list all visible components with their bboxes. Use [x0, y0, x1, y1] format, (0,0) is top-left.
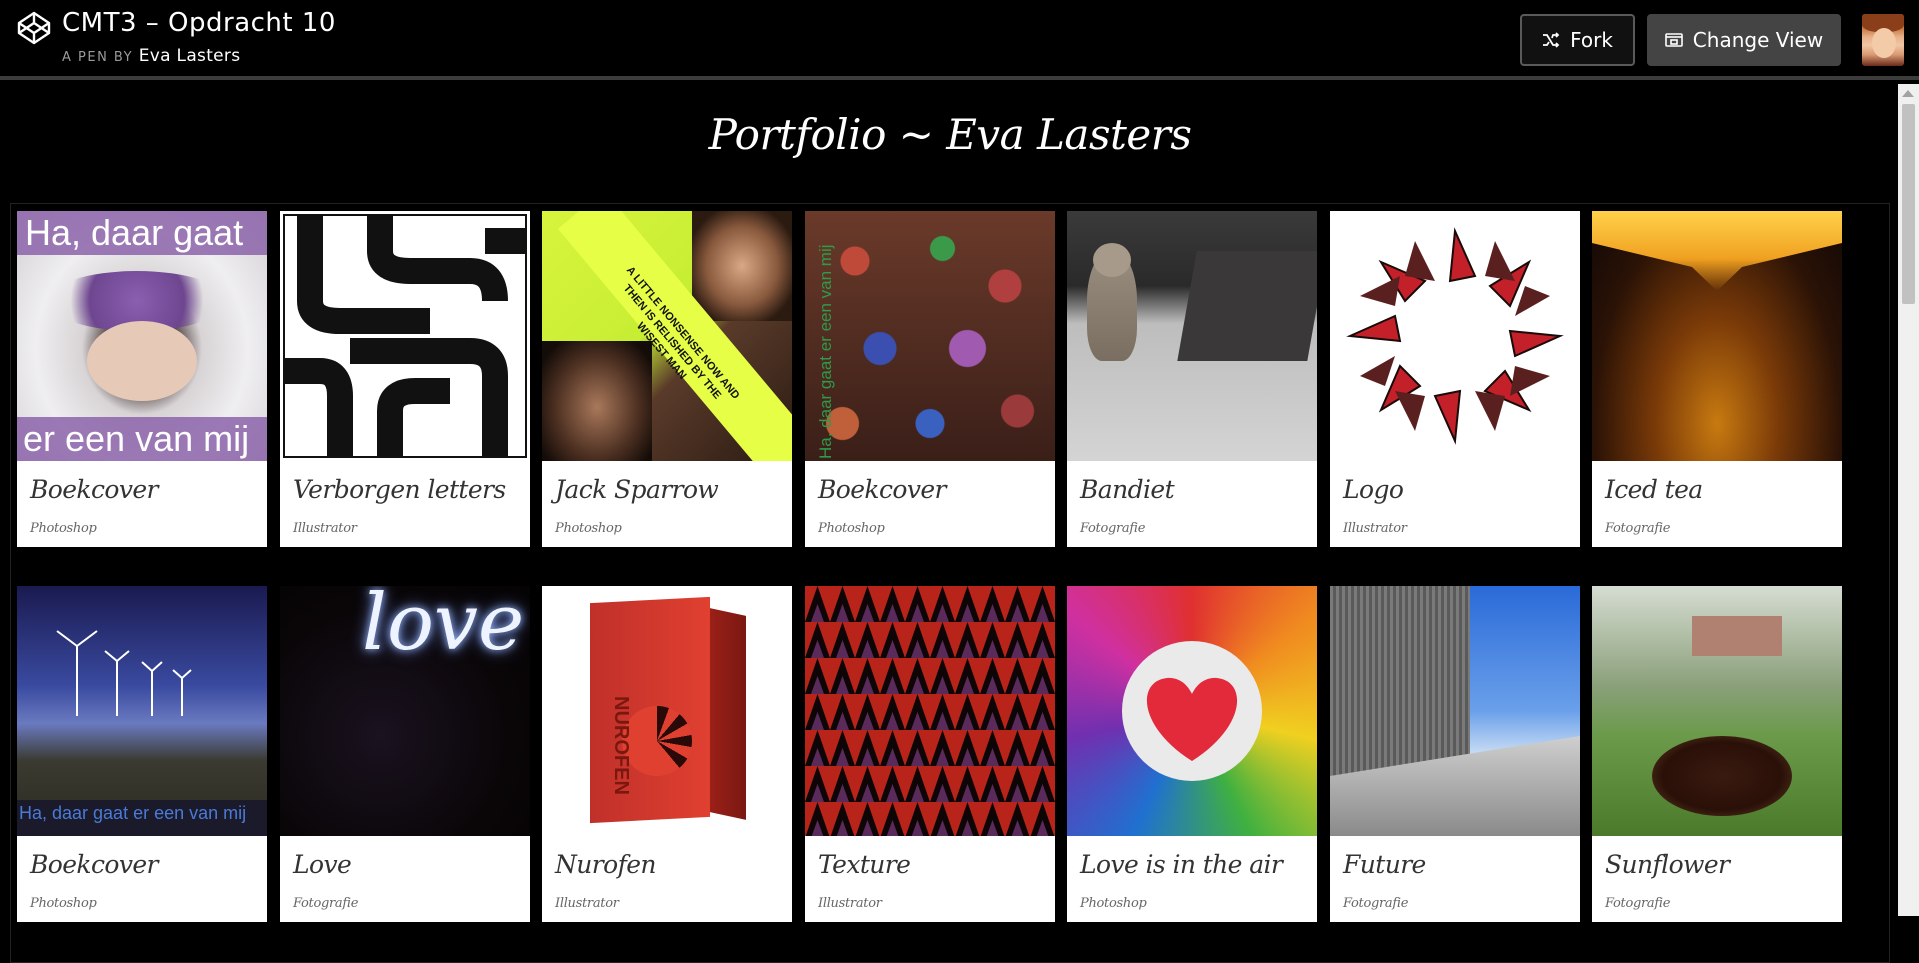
- card-title: Love is in the air: [1080, 850, 1283, 879]
- card-image: [1330, 586, 1580, 836]
- card-image: Ha, daar gaat er een van mij: [17, 586, 267, 836]
- card-title: Nurofen: [555, 850, 657, 879]
- box-brand-text: NUROFEN: [610, 696, 632, 795]
- change-view-label: Change View: [1692, 28, 1824, 52]
- card-title: Future: [1343, 850, 1426, 879]
- pen-byline: A PEN BY Eva Lasters: [62, 46, 240, 66]
- card-title: Sunflower: [1605, 850, 1730, 879]
- card-image: [1592, 211, 1842, 461]
- portfolio-card[interactable]: Logo Illustrator: [1330, 211, 1580, 547]
- card-category: Fotografie: [1343, 896, 1409, 911]
- card-title: Bandiet: [1080, 475, 1175, 504]
- portfolio-card[interactable]: Ha, daar gaat er een van mij Boekcover P…: [17, 211, 267, 547]
- cover-text-side: Ha, daar gaat er een van mij: [816, 244, 835, 459]
- cover-text-top: Ha, daar gaat: [25, 212, 244, 253]
- hidden-letters-art: [283, 214, 527, 458]
- card-category: Photoshop: [30, 521, 97, 536]
- cover-text-bottom: Ha, daar gaat er een van mij: [19, 803, 247, 823]
- scroll-up-arrow-icon[interactable]: [1902, 90, 1914, 97]
- card-title: Texture: [818, 850, 911, 879]
- logo-art: [1346, 227, 1564, 445]
- portfolio-card[interactable]: Future Fotografie: [1330, 586, 1580, 922]
- portfolio-card[interactable]: NUROFEN Nurofen Illustrator: [542, 586, 792, 922]
- fork-icon: [1543, 32, 1560, 48]
- card-image: [1592, 586, 1842, 836]
- fork-label: Fork: [1570, 28, 1613, 52]
- card-image: Ha, daar gaat er een van mij: [805, 211, 1055, 461]
- card-category: Fotografie: [1605, 896, 1671, 911]
- card-title: Verborgen letters: [293, 475, 506, 504]
- card-title: Boekcover: [30, 475, 158, 504]
- card-image: [1067, 586, 1317, 836]
- heart-icon: [1146, 677, 1238, 761]
- user-avatar[interactable]: [1862, 14, 1904, 66]
- card-image: [1330, 211, 1580, 461]
- portfolio-card[interactable]: Ha, daar gaat er een van mij Boekcover P…: [805, 211, 1055, 547]
- portfolio-card[interactable]: A LITTLE NONSENSE NOW AND THEN IS RELISH…: [542, 211, 792, 547]
- windmills-art: [17, 630, 267, 836]
- portfolio-card[interactable]: Verborgen letters Illustrator: [280, 211, 530, 547]
- author-link[interactable]: Eva Lasters: [139, 46, 241, 66]
- card-title: Jack Sparrow: [555, 475, 719, 504]
- card-category: Illustrator: [818, 896, 882, 911]
- cover-text-bottom: er een van mij: [23, 418, 250, 459]
- portfolio-card[interactable]: love Love Fotografie: [280, 586, 530, 922]
- scrollbar-thumb[interactable]: [1902, 104, 1915, 304]
- card-category: Photoshop: [30, 896, 97, 911]
- page-heading: Portfolio ~ Eva Lasters: [708, 110, 1192, 159]
- portfolio-card[interactable]: Bandiet Fotografie: [1067, 211, 1317, 547]
- card-image: [280, 211, 530, 461]
- card-title: Logo: [1343, 475, 1404, 504]
- card-title: Boekcover: [818, 475, 946, 504]
- card-category: Fotografie: [1080, 521, 1146, 536]
- card-title: Love: [293, 850, 352, 879]
- card-image: love: [280, 586, 530, 836]
- fork-button[interactable]: Fork: [1520, 14, 1635, 66]
- byline-prefix: A PEN BY: [62, 50, 134, 65]
- card-category: Photoshop: [818, 521, 885, 536]
- card-title: Iced tea: [1605, 475, 1703, 504]
- card-image: [805, 586, 1055, 836]
- card-image: [1067, 211, 1317, 461]
- pen-title: CMT3 – Opdracht 10: [62, 8, 336, 38]
- card-title: Boekcover: [30, 850, 158, 879]
- card-image: Ha, daar gaat er een van mij: [17, 211, 267, 461]
- portfolio-card[interactable]: Texture Illustrator: [805, 586, 1055, 922]
- portfolio-card[interactable]: Ha, daar gaat er een van mij Boekcover P…: [17, 586, 267, 922]
- portfolio-card[interactable]: Sunflower Fotografie: [1592, 586, 1842, 922]
- card-category: Illustrator: [293, 521, 357, 536]
- card-category: Illustrator: [555, 896, 619, 911]
- card-category: Fotografie: [293, 896, 359, 911]
- top-bar: CMT3 – Opdracht 10 A PEN BY Eva Lasters …: [0, 0, 1919, 80]
- card-image: NUROFEN: [542, 586, 792, 836]
- light-writing-text: love: [362, 586, 525, 668]
- card-category: Photoshop: [1080, 896, 1147, 911]
- card-category: Fotografie: [1605, 521, 1671, 536]
- card-category: Illustrator: [1343, 521, 1407, 536]
- change-view-button[interactable]: Change View: [1647, 14, 1841, 66]
- texture-art: [805, 586, 1055, 836]
- card-image: A LITTLE NONSENSE NOW AND THEN IS RELISH…: [542, 211, 792, 461]
- card-category: Photoshop: [555, 521, 622, 536]
- portfolio-card[interactable]: Love is in the air Photoshop: [1067, 586, 1317, 922]
- change-view-icon: [1664, 33, 1683, 47]
- codepen-logo-icon[interactable]: [17, 11, 51, 45]
- portfolio-card[interactable]: Iced tea Fotografie: [1592, 211, 1842, 547]
